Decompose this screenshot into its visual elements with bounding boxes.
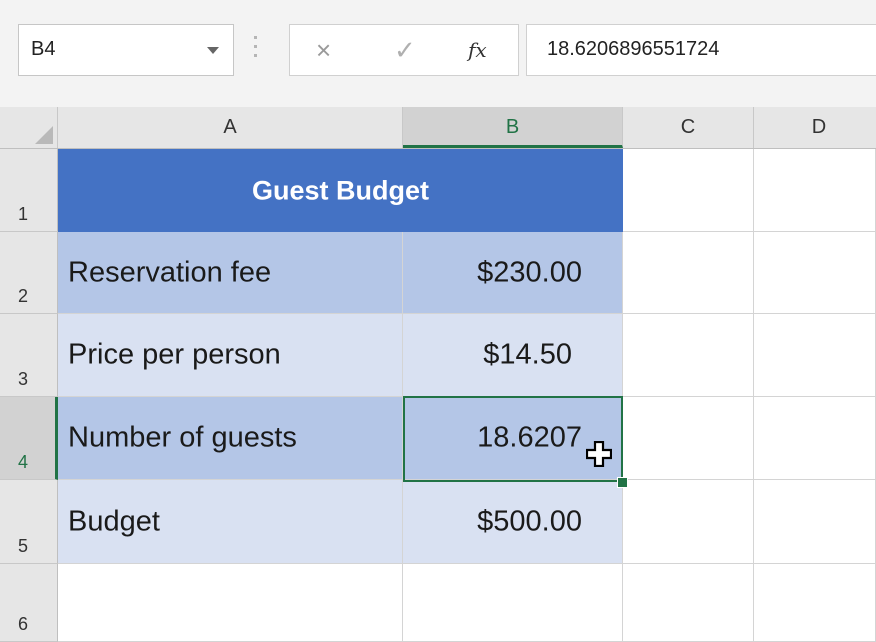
cell-label: Number of guests xyxy=(68,421,297,454)
cell-a2[interactable]: Reservation fee xyxy=(58,232,403,314)
row-number: 6 xyxy=(18,614,29,634)
row-header-6[interactable]: 6 xyxy=(0,564,58,642)
column-header-c[interactable]: C xyxy=(623,107,754,148)
ribbon-edge xyxy=(0,0,876,12)
column-headers: A B C D xyxy=(0,107,876,149)
cell-b5[interactable]: $500.00 xyxy=(403,480,623,564)
table-title: Guest Budget xyxy=(251,175,429,205)
row-number: 3 xyxy=(18,369,29,389)
enter-icon[interactable]: ✓ xyxy=(394,35,416,66)
cell-a3[interactable]: Price per person xyxy=(58,314,403,397)
cell-c4[interactable] xyxy=(623,397,754,480)
row-header-5[interactable]: 5 xyxy=(0,480,58,564)
fill-cursor-icon xyxy=(586,441,612,467)
cell-a5[interactable]: Budget xyxy=(58,480,403,564)
cell-c5[interactable] xyxy=(623,480,754,564)
cell-c3[interactable] xyxy=(623,314,754,397)
cell-d3[interactable] xyxy=(754,314,876,397)
cell-b6[interactable] xyxy=(403,564,623,642)
cell-d5[interactable] xyxy=(754,480,876,564)
column-header-d[interactable]: D xyxy=(754,107,876,148)
table-title-cell[interactable]: Guest Budget xyxy=(58,149,623,232)
cell-a6[interactable] xyxy=(58,564,403,642)
cell-a4[interactable]: Number of guests xyxy=(58,397,403,480)
row-header-3[interactable]: 3 xyxy=(0,314,58,397)
cancel-icon[interactable]: × xyxy=(316,35,331,66)
cell-d1[interactable] xyxy=(754,149,876,232)
cell-value: $230.00 xyxy=(477,256,582,288)
row-header-4[interactable]: 4 xyxy=(0,397,58,480)
fx-icon[interactable]: fx xyxy=(468,38,487,62)
formula-bar-grip-icon[interactable] xyxy=(254,36,258,64)
column-header-b[interactable]: B xyxy=(403,107,623,148)
row-number: 5 xyxy=(18,536,29,556)
formula-input[interactable]: 18.6206896551724 xyxy=(526,24,876,76)
column-header-a[interactable]: A xyxy=(58,107,403,148)
cell-value: 18.6207 xyxy=(477,421,582,454)
cell-b4[interactable]: 18.6207 xyxy=(403,397,623,480)
row-header-1[interactable]: 1 xyxy=(0,149,58,232)
cell-value: $500.00 xyxy=(477,505,582,537)
row-header-2[interactable]: 2 xyxy=(0,232,58,314)
row-number: 4 xyxy=(18,452,29,472)
cell-c2[interactable] xyxy=(623,232,754,314)
cell-b3[interactable]: $14.50 xyxy=(403,314,623,397)
cell-b2[interactable]: $230.00 xyxy=(403,232,623,314)
row-number: 2 xyxy=(18,286,29,306)
name-box-value: B4 xyxy=(31,38,56,60)
name-box[interactable]: B4 xyxy=(18,24,234,76)
cell-d4[interactable] xyxy=(754,397,876,480)
cell-label: Reservation fee xyxy=(68,256,272,288)
cell-value: $14.50 xyxy=(483,338,572,371)
cell-label: Budget xyxy=(68,505,160,537)
dropdown-arrow-icon[interactable] xyxy=(207,47,219,54)
cell-c1[interactable] xyxy=(623,149,754,232)
cell-label: Price per person xyxy=(68,338,281,371)
formula-buttons: × ✓ fx xyxy=(289,24,519,76)
formula-value: 18.6206896551724 xyxy=(547,38,720,60)
row-number: 1 xyxy=(18,204,29,224)
fill-handle[interactable] xyxy=(617,477,628,488)
cell-d2[interactable] xyxy=(754,232,876,314)
select-all-icon[interactable] xyxy=(0,107,58,148)
cell-c6[interactable] xyxy=(623,564,754,642)
cell-d6[interactable] xyxy=(754,564,876,642)
